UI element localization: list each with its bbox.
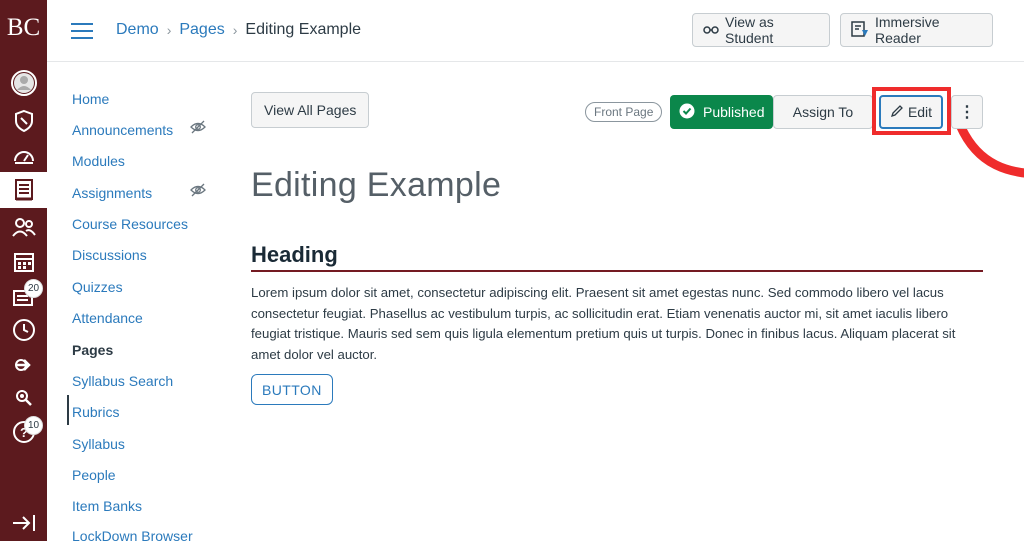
help-badge: 10 <box>24 416 43 435</box>
more-options-button[interactable]: ⋮ <box>951 95 983 129</box>
hidden-eye-icon <box>190 120 206 139</box>
dashboard-icon[interactable] <box>0 139 47 175</box>
hamburger-menu-icon[interactable] <box>71 23 93 39</box>
view-as-student-button[interactable]: View as Student <box>692 13 830 47</box>
history-icon[interactable] <box>0 312 47 348</box>
global-nav: BC 20 ? 10 <box>0 0 47 541</box>
check-circle-icon <box>679 103 695 122</box>
view-all-pages-button[interactable]: View All Pages <box>251 92 370 128</box>
content-button[interactable]: BUTTON <box>251 374 333 405</box>
immersive-reader-label: Immersive Reader <box>875 14 940 46</box>
course-nav-announcements[interactable]: Announcements <box>72 122 173 138</box>
course-nav-course-resources[interactable]: Course Resources <box>72 216 188 232</box>
breadcrumb-pages-link[interactable]: Pages <box>179 21 224 39</box>
course-nav-attendance[interactable]: Attendance <box>72 310 143 326</box>
immersive-reader-button[interactable]: Immersive Reader <box>840 13 993 47</box>
course-nav-syllabus[interactable]: Syllabus <box>72 436 125 452</box>
inbox-badge: 20 <box>24 279 43 298</box>
breadcrumb: Demo › Pages › Editing Example <box>116 21 361 39</box>
course-nav-assignments[interactable]: Assignments <box>72 185 152 201</box>
content-paragraph: Lorem ipsum dolor sit amet, consectetur … <box>251 285 956 362</box>
groups-icon[interactable] <box>0 209 47 245</box>
course-nav-syllabus-search[interactable]: Syllabus Search <box>72 373 173 389</box>
breadcrumb-course-link[interactable]: Demo <box>116 21 159 39</box>
assign-to-button[interactable]: Assign To <box>773 95 873 129</box>
course-nav-discussions[interactable]: Discussions <box>72 247 147 263</box>
immersive-reader-icon <box>851 20 869 40</box>
course-nav: Home Announcements Modules Assignments C… <box>47 62 217 544</box>
admin-icon[interactable] <box>0 103 47 139</box>
course-nav-quizzes[interactable]: Quizzes <box>72 279 123 295</box>
chevron-right-icon: › <box>166 22 172 38</box>
calendar-icon[interactable] <box>0 244 47 280</box>
published-label: Published <box>703 104 765 120</box>
course-nav-modules[interactable]: Modules <box>72 153 125 169</box>
page-title: Editing Example <box>251 166 502 204</box>
institution-logo[interactable]: BC <box>0 14 47 42</box>
account-icon[interactable] <box>0 65 47 101</box>
collapse-nav-icon[interactable] <box>0 505 47 541</box>
glasses-icon <box>703 22 719 38</box>
course-nav-home[interactable]: Home <box>72 91 109 107</box>
front-page-badge: Front Page <box>585 102 663 122</box>
studio-icon[interactable] <box>0 380 47 416</box>
course-nav-pages[interactable]: Pages <box>72 342 113 358</box>
hidden-eye-icon <box>190 183 206 202</box>
breadcrumb-current: Editing Example <box>245 21 362 38</box>
chevron-right-icon: › <box>232 22 238 38</box>
course-nav-people[interactable]: People <box>72 467 116 483</box>
published-button[interactable]: Published <box>670 95 773 129</box>
course-nav-lockdown-browser[interactable]: LockDown Browser <box>72 528 193 544</box>
view-as-student-label: View as Student <box>725 14 774 46</box>
content-heading: Heading <box>251 242 983 272</box>
course-nav-rubrics[interactable]: Rubrics <box>72 404 119 420</box>
course-header: Demo › Pages › Editing Example View as S… <box>47 0 1024 62</box>
active-indicator <box>67 395 69 425</box>
commons-icon[interactable] <box>0 347 47 383</box>
course-nav-item-banks[interactable]: Item Banks <box>72 498 142 514</box>
annotation-highlight-box <box>872 87 951 135</box>
courses-icon[interactable] <box>0 172 47 208</box>
